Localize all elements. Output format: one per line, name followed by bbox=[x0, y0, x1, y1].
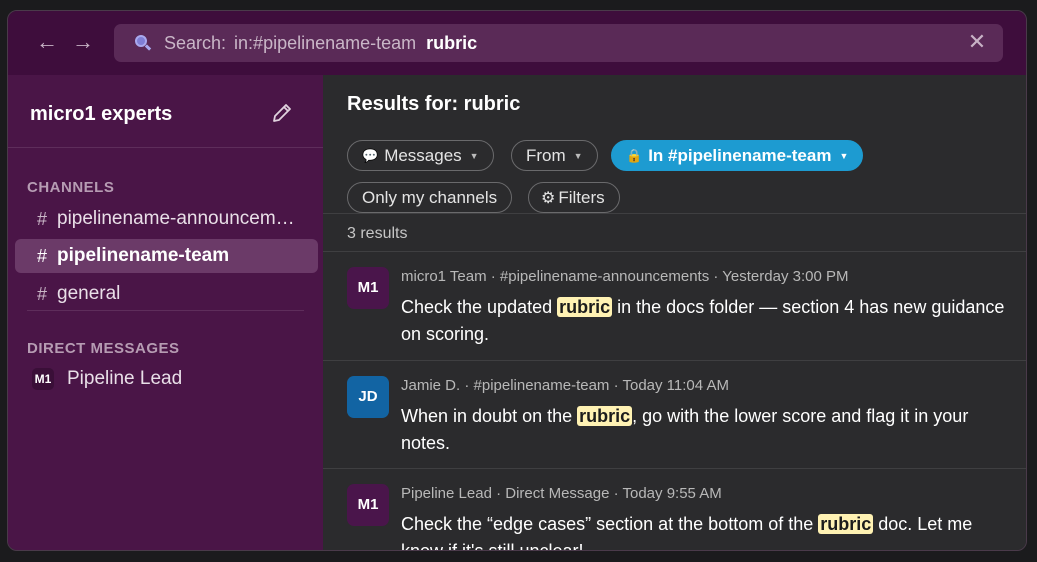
caret-down-icon: ▼ bbox=[573, 150, 583, 161]
sidebar-item-label: general bbox=[57, 283, 121, 304]
app-window: ← → Search: in:#pipelinename-team rubric… bbox=[7, 10, 1027, 551]
direct-messages-section-title[interactable]: DIRECT MESSAGES bbox=[27, 340, 180, 357]
channel-hash-icon: # bbox=[37, 245, 48, 266]
channel-filter-label: In #pipelinename-team bbox=[648, 145, 832, 165]
search-scope: in:#pipelinename-team bbox=[234, 32, 417, 53]
sidebar: micro1 experts CHANNELS # pipelinename-a… bbox=[8, 75, 323, 550]
sidebar-item-label: pipelinename-team bbox=[57, 245, 230, 266]
result-text: Check the “edge cases” section at the bo… bbox=[401, 514, 973, 551]
result-text: Check the updated rubric in the docs fol… bbox=[401, 297, 1005, 344]
gear-icon: ⚙ bbox=[541, 189, 556, 207]
sidebar-item-pipelinename-team[interactable]: # pipelinename-team bbox=[15, 239, 318, 273]
filters-label: Filters bbox=[558, 187, 605, 207]
highlight: rubric bbox=[557, 297, 613, 317]
filters-button[interactable]: ⚙ Filters bbox=[528, 182, 620, 213]
sidebar-divider bbox=[27, 310, 304, 311]
back-arrow-icon[interactable]: ← bbox=[35, 31, 59, 55]
only-my-channels-button[interactable]: Only my channels bbox=[347, 182, 513, 213]
messages-filter-label: Messages bbox=[384, 145, 462, 165]
workspace-name[interactable]: micro1 experts bbox=[30, 103, 172, 126]
channels-section-title[interactable]: CHANNELS bbox=[27, 179, 114, 196]
avatar: M1 bbox=[347, 484, 389, 526]
search-result[interactable]: JD Jamie D. · #pipelinename-team · Today… bbox=[323, 361, 1026, 469]
channel-hash-icon: # bbox=[37, 283, 48, 304]
speech-bubble-icon: 💬 bbox=[362, 147, 379, 163]
top-bar: ← → Search: in:#pipelinename-team rubric… bbox=[8, 11, 1026, 75]
forward-arrow-icon[interactable]: → bbox=[71, 31, 95, 55]
search-prefix: Search: bbox=[164, 32, 227, 53]
result-meta: micro1 Team · #pipelinename-announcement… bbox=[401, 268, 849, 285]
channel-hash-icon: # bbox=[37, 208, 48, 229]
page-title: Results for: rubric bbox=[347, 93, 521, 115]
results-count: 3 results bbox=[347, 225, 408, 242]
search-icon bbox=[134, 34, 152, 52]
workspace-header: micro1 experts bbox=[8, 75, 323, 148]
avatar: JD bbox=[347, 376, 389, 418]
clear-search-icon[interactable]: ✕ bbox=[965, 30, 989, 54]
sidebar-item-label: Pipeline Lead bbox=[67, 368, 183, 389]
avatar: M1 bbox=[32, 368, 54, 390]
highlight: rubric bbox=[577, 406, 633, 426]
result-meta: Jamie D. · #pipelinename-team · Today 11… bbox=[401, 377, 729, 394]
channel-filter-button[interactable]: 🔒 In #pipelinename-team ▼ bbox=[611, 140, 864, 171]
compose-icon[interactable] bbox=[270, 101, 294, 125]
search-input[interactable]: Search: in:#pipelinename-team rubric ✕ bbox=[114, 24, 1003, 62]
highlight: rubric bbox=[818, 514, 874, 534]
divider bbox=[323, 213, 1026, 214]
result-meta: Pipeline Lead · Direct Message · Today 9… bbox=[401, 485, 722, 502]
messages-filter-button[interactable]: 💬 Messages ▼ bbox=[347, 140, 494, 171]
sidebar-item-pipeline-lead[interactable]: M1 Pipeline Lead bbox=[15, 362, 318, 396]
from-filter-label: From bbox=[526, 145, 566, 165]
result-text: When in doubt on the rubric, go with the… bbox=[401, 406, 969, 453]
sidebar-item-general[interactable]: # general bbox=[15, 277, 318, 311]
only-my-channels-label: Only my channels bbox=[362, 187, 498, 207]
sidebar-item-pipelinename-announcements[interactable]: # pipelinename-announcements bbox=[15, 202, 318, 236]
caret-down-icon: ▼ bbox=[839, 150, 849, 161]
search-result[interactable]: M1 Pipeline Lead · Direct Message · Toda… bbox=[323, 469, 1026, 551]
search-result[interactable]: M1 micro1 Team · #pipelinename-announcem… bbox=[323, 252, 1026, 361]
from-filter-button[interactable]: From ▼ bbox=[511, 140, 598, 171]
avatar: M1 bbox=[347, 267, 389, 309]
search-results-panel: Results for: rubric 💬 Messages ▼ From ▼ … bbox=[323, 75, 1026, 551]
sidebar-item-label: pipelinename-announcements bbox=[57, 208, 302, 229]
caret-down-icon: ▼ bbox=[469, 150, 479, 161]
lock-icon: 🔒 bbox=[626, 147, 643, 163]
search-term: rubric bbox=[426, 32, 478, 53]
